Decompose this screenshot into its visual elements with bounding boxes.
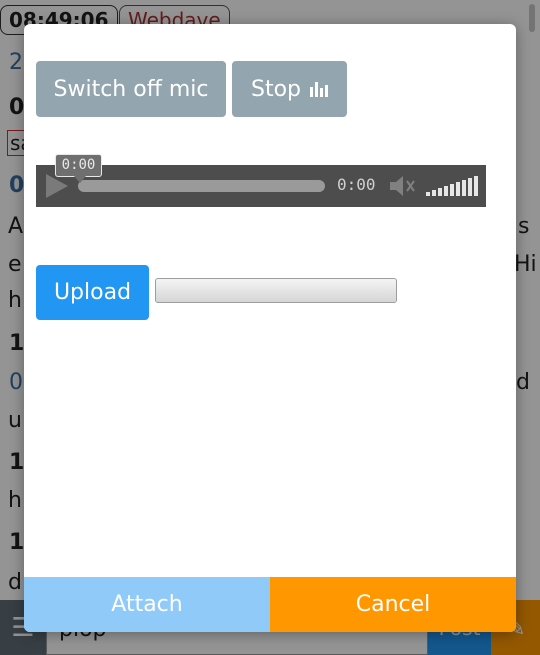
volume-bar [432,190,436,196]
audio-player: 0:00 [36,165,486,207]
seek-bar[interactable] [78,180,325,192]
audio-record-dialog: Switch off mic Stop 0:00 0:00 Upload Att… [24,24,516,632]
attach-button[interactable]: Attach [24,577,270,632]
volume-bar [462,180,466,196]
volume-bar [450,184,454,196]
stop-button-label: Stop [250,76,301,102]
volume-bar [468,178,472,196]
cancel-button[interactable]: Cancel [270,577,516,632]
volume-bar [426,192,430,196]
seek-tooltip: 0:00 [55,154,102,183]
upload-button[interactable]: Upload [36,265,149,320]
audio-bars-icon [310,81,328,97]
play-icon[interactable] [46,174,68,198]
volume-bar [456,182,460,196]
speaker-icon[interactable] [389,174,415,198]
volume-bar [438,188,442,196]
audio-time: 0:00 [337,175,376,194]
volume-bar [444,186,448,196]
stop-button[interactable]: Stop [232,61,347,117]
dialog-footer: Attach Cancel [24,577,516,632]
upload-progress-bar [155,278,397,303]
volume-bar [474,176,478,196]
volume-slider[interactable] [426,176,478,196]
switch-off-mic-button[interactable]: Switch off mic [36,61,226,117]
